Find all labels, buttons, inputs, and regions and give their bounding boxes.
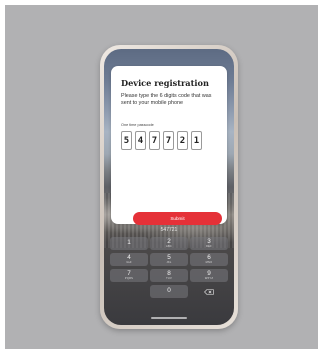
card-description: Please type the 6 digits code that was s…: [121, 93, 212, 107]
otp-digit-4[interactable]: 7: [163, 131, 174, 150]
key-0-number: 0: [167, 287, 171, 295]
key-6-letters: MNO: [205, 260, 213, 264]
key-9-number: 9: [207, 269, 211, 277]
key-7-letters: PQRS: [124, 276, 134, 280]
home-indicator: [151, 317, 187, 319]
otp-input-group[interactable]: 5 4 7 7 2 1: [121, 131, 202, 150]
key-7-number: 7: [127, 269, 131, 277]
otp-digit-1[interactable]: 5: [121, 131, 132, 150]
key-3-number: 3: [207, 237, 211, 245]
key-1-number: 1: [127, 238, 131, 246]
key-0[interactable]: 0: [150, 285, 188, 298]
key-3-letters: DEF: [206, 244, 212, 248]
key-6[interactable]: 6 MNO: [190, 253, 228, 266]
key-5-number: 5: [167, 253, 171, 261]
key-1[interactable]: 1: [110, 237, 148, 250]
key-9-letters: WXYZ: [204, 276, 214, 280]
key-3[interactable]: 3 DEF: [190, 237, 228, 250]
otp-digit-5[interactable]: 2: [177, 131, 188, 150]
numeric-keypad: 1 2 ABC 3 DEF 4 GHI 5 JKL 6 MNO 7 PQRS 8…: [110, 237, 228, 298]
key-6-number: 6: [207, 253, 211, 261]
key-8[interactable]: 8 TUV: [150, 269, 188, 282]
key-2[interactable]: 2 ABC: [150, 237, 188, 250]
key-9[interactable]: 9 WXYZ: [190, 269, 228, 282]
otp-digit-3[interactable]: 7: [149, 131, 160, 150]
key-7[interactable]: 7 PQRS: [110, 269, 148, 282]
key-5[interactable]: 5 JKL: [150, 253, 188, 266]
key-2-number: 2: [167, 237, 171, 245]
background-stage: Device registration Please type the 6 di…: [5, 5, 318, 349]
key-8-letters: TUV: [166, 276, 172, 280]
key-4[interactable]: 4 GHI: [110, 253, 148, 266]
card-title: Device registration: [121, 78, 209, 88]
backspace-key[interactable]: [190, 285, 228, 298]
otp-label: One time passcode: [121, 123, 154, 127]
otp-digit-2[interactable]: 4: [135, 131, 146, 150]
key-4-letters: GHI: [126, 260, 132, 264]
keyboard-suggestion[interactable]: 547721: [104, 227, 234, 233]
key-blank: [110, 285, 148, 298]
key-4-number: 4: [127, 253, 131, 261]
submit-button[interactable]: Submit: [133, 212, 222, 225]
key-5-letters: JKL: [166, 260, 172, 264]
backspace-icon: [204, 288, 214, 295]
key-8-number: 8: [167, 269, 171, 277]
registration-card: Device registration Please type the 6 di…: [111, 66, 227, 225]
phone-screen: Device registration Please type the 6 di…: [104, 49, 234, 325]
phone-frame: Device registration Please type the 6 di…: [100, 45, 238, 329]
otp-digit-6[interactable]: 1: [191, 131, 202, 150]
key-2-letters: ABC: [166, 244, 172, 248]
